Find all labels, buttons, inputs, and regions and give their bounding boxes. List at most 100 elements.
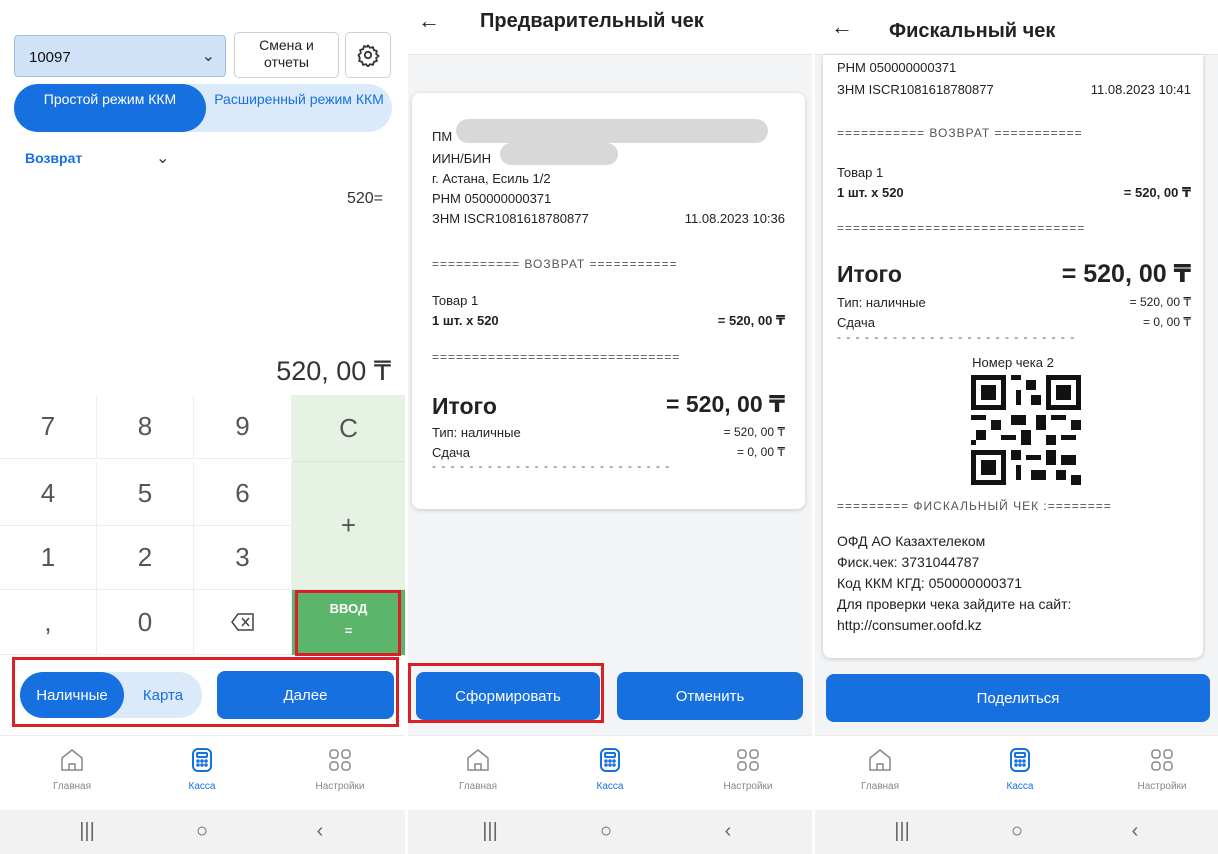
key-9[interactable]: 9	[194, 395, 292, 459]
receipt-check-hint: Для проверки чека зайдите на сайт:	[837, 596, 1072, 612]
nav-home[interactable]: Главная	[17, 746, 127, 792]
nav-kassa-label: Касса	[188, 781, 216, 792]
calculator-icon	[192, 748, 212, 772]
receipt-pay-value: = 520, 00 ₸	[1129, 295, 1191, 309]
key-5[interactable]: 5	[97, 462, 194, 526]
receipt-datetime: 11.08.2023 10:36	[684, 211, 785, 226]
key-6[interactable]: 6	[194, 462, 292, 526]
key-clear[interactable]: C	[292, 395, 405, 462]
nav-settings-label: Настройки	[315, 781, 365, 792]
header: ← Фискальный чек	[815, 0, 1218, 55]
home-icon	[869, 749, 891, 771]
grid-icon	[329, 749, 351, 771]
header: ← Предварительный чек	[408, 0, 812, 55]
bottom-nav: Главная Касса Настройки	[815, 735, 1218, 810]
receipt-znm: ЗНМ ISCR1081618780877	[837, 82, 994, 97]
system-nav-bar: ||| ○ ‹	[815, 810, 1218, 854]
next-button[interactable]: Далее	[217, 671, 394, 719]
nav-kassa[interactable]: Касса	[555, 746, 665, 792]
back-chevron-icon[interactable]: ‹	[1115, 820, 1155, 843]
pay-cash-tab[interactable]: Наличные	[20, 672, 124, 718]
nav-kassa[interactable]: Касса	[147, 746, 257, 792]
receipt-rnm: РНМ 050000000371	[432, 191, 552, 206]
kkm-select-value: 10097	[29, 49, 71, 66]
key-3[interactable]: 3	[194, 526, 292, 590]
recents-icon[interactable]: |||	[67, 820, 107, 843]
receipt-change-value: = 0, 00 ₸	[1143, 315, 1191, 329]
receipt-item-name: Товар 1	[837, 165, 884, 180]
cancel-button[interactable]: Отменить	[617, 672, 803, 720]
receipt-check-number: Номер чека 2	[972, 355, 1054, 370]
system-nav-bar: ||| ○ ‹	[0, 810, 405, 854]
home-circle-icon[interactable]: ○	[997, 820, 1037, 843]
back-chevron-icon[interactable]: ‹	[708, 820, 748, 843]
recents-icon[interactable]: |||	[882, 820, 922, 843]
receipt-divider: ===============================	[837, 221, 1086, 235]
key-plus[interactable]: +	[292, 462, 405, 590]
mode-extended-tab[interactable]: Расширенный режим ККМ	[206, 84, 392, 132]
nav-kassa[interactable]: Касса	[965, 746, 1075, 792]
key-7[interactable]: 7	[0, 395, 97, 459]
key-2[interactable]: 2	[97, 526, 194, 590]
receipt-item-sum: = 520, 00 ₸	[717, 313, 785, 328]
receipt-return-divider: =========== ВОЗВРАТ ===========	[837, 126, 1083, 140]
backspace-key[interactable]	[194, 590, 292, 655]
kassa-screen: 10097 ⌄ Смена и отчеты Простой режим ККМ…	[0, 0, 405, 854]
receipt-total-label: Итого	[432, 393, 497, 419]
nav-home-label: Главная	[860, 781, 900, 792]
kkm-mode-toggle: Простой режим ККМ Расширенный режим ККМ	[14, 84, 392, 132]
receipt-dash-line: - - - - - - - - - - - - - - - - - - - - …	[837, 330, 1076, 344]
receipt-ofd: ОФД АО Казахтелеком	[837, 533, 986, 549]
receipt-site-link[interactable]: http://consumer.oofd.kz	[837, 617, 982, 633]
key-8[interactable]: 8	[97, 395, 194, 459]
nav-settings[interactable]: Настройки	[285, 746, 395, 792]
receipt-rnm: РНМ 050000000371	[837, 60, 957, 75]
bottom-nav: Главная Касса Настройки	[0, 735, 405, 810]
receipt-fiscal-number: Фиск.чек: 3731044787	[837, 554, 980, 570]
receipt-divider: ===============================	[432, 350, 681, 364]
kkm-select[interactable]: 10097 ⌄	[14, 35, 226, 77]
key-comma[interactable]: ,	[0, 590, 97, 655]
receipt-total-value: = 520, 00 ₸	[1061, 260, 1191, 288]
backspace-icon	[230, 613, 254, 631]
form-button[interactable]: Сформировать	[416, 672, 600, 720]
chevron-down-icon: ⌄	[201, 48, 215, 65]
back-arrow-icon[interactable]: ←	[418, 8, 440, 34]
share-button[interactable]: Поделиться	[826, 674, 1210, 722]
chevron-down-icon[interactable]: ⌄	[156, 148, 169, 168]
enter-key-label: ВВОД	[329, 601, 368, 616]
back-chevron-icon[interactable]: ‹	[300, 820, 340, 843]
operation-select[interactable]: Возврат	[25, 150, 82, 166]
mode-simple-tab[interactable]: Простой режим ККМ	[14, 84, 206, 132]
key-0[interactable]: 0	[97, 590, 194, 655]
back-arrow-icon[interactable]: ←	[831, 14, 853, 40]
recents-icon[interactable]: |||	[470, 820, 510, 843]
fiscal-receipt-screen: ← Фискальный чек РНМ 050000000371 ЗНМ IS…	[815, 0, 1218, 854]
kassa-top-area: 10097 ⌄ Смена и отчеты Простой режим ККМ…	[0, 0, 405, 395]
enter-key[interactable]: ВВОД =	[292, 590, 405, 655]
key-1[interactable]: 1	[0, 526, 97, 590]
receipt-znm: ЗНМ ISCR1081618780877	[432, 211, 589, 226]
nav-settings[interactable]: Настройки	[693, 746, 803, 792]
home-circle-icon[interactable]: ○	[586, 820, 626, 843]
pay-card-tab[interactable]: Карта	[124, 672, 202, 718]
receipt-pay-type: Тип: наличные	[432, 425, 521, 440]
key-4[interactable]: 4	[0, 462, 97, 526]
receipt-dash-line: - - - - - - - - - - - - - - - - - - - - …	[432, 459, 671, 473]
qr-code	[971, 375, 1081, 485]
receipt-item-name: Товар 1	[432, 293, 479, 308]
nav-kassa-label: Касса	[596, 781, 624, 792]
shift-reports-button[interactable]: Смена и отчеты	[234, 32, 339, 78]
home-circle-icon[interactable]: ○	[182, 820, 222, 843]
nav-home-label: Главная	[458, 781, 498, 792]
settings-gear-button[interactable]	[345, 32, 391, 78]
redacted-block	[456, 119, 768, 143]
nav-home[interactable]: Главная	[825, 746, 935, 792]
receipt-card: РНМ 050000000371 ЗНМ ISCR1081618780877 1…	[823, 55, 1203, 658]
nav-settings[interactable]: Настройки	[1107, 746, 1217, 792]
page-title: Фискальный чек	[889, 20, 1056, 42]
page-title: Предварительный чек	[480, 10, 704, 32]
receipt-total-value: = 520, 00 ₸	[666, 391, 785, 417]
nav-home[interactable]: Главная	[423, 746, 533, 792]
keypad: 7 8 9 C 4 5 6 + 1 2 3 , 0 ВВОД =	[0, 395, 405, 655]
